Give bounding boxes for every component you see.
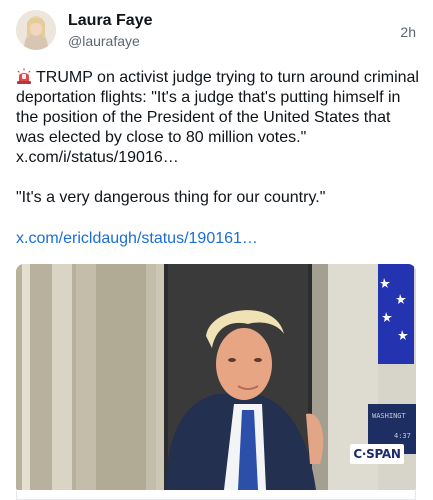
post[interactable]: Laura Faye @laurafaye 2h TRUMP on activi… xyxy=(0,0,433,500)
author-avatar[interactable] xyxy=(16,10,56,50)
monitor-time-text: 4:37 xyxy=(394,432,411,440)
cspan-logo: C·SPAN xyxy=(350,444,404,464)
post-link[interactable]: x.com/ericldaugh/status/190161… xyxy=(16,230,258,247)
police-car-light-icon xyxy=(16,68,32,84)
post-text-line1: TRUMP on activist judge trying to turn a… xyxy=(16,69,419,146)
author-handle[interactable]: @laurafaye xyxy=(68,33,140,49)
post-paragraph-1: TRUMP on activist judge trying to turn a… xyxy=(16,68,421,168)
post-text: TRUMP on activist judge trying to turn a… xyxy=(16,68,421,208)
monitor-location-text: WASHINGT xyxy=(372,412,406,420)
post-timestamp[interactable]: 2h xyxy=(400,24,416,40)
post-paragraph-2: "It's a very dangerous thing for our cou… xyxy=(16,189,326,206)
post-inline-link[interactable]: x.com/i/status/19016… xyxy=(16,149,179,166)
author-name[interactable]: Laura Faye xyxy=(68,12,152,30)
video-thumbnail[interactable]: WASHINGT 4:37 C·SPAN xyxy=(16,264,416,490)
media-border xyxy=(16,489,416,500)
post-link-row: x.com/ericldaugh/status/190161… xyxy=(16,230,258,248)
